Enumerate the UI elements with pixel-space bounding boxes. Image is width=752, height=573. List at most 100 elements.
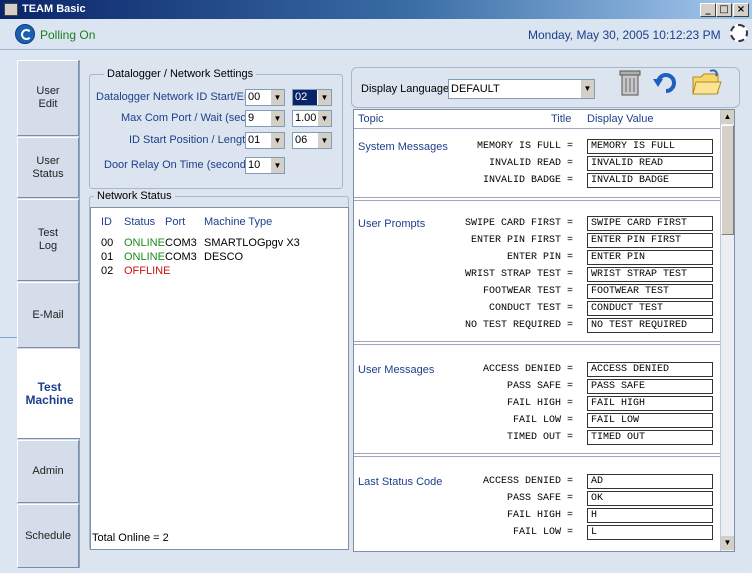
msg-value-field[interactable]: SWIPE CARD FIRST (587, 216, 713, 231)
msg-value-field[interactable]: CONDUCT TEST (587, 301, 713, 316)
chevron-down-icon[interactable]: ▼ (270, 158, 284, 173)
network-id-end-select[interactable]: 02 ▼ (292, 89, 332, 106)
wait-seconds-value: 1.00 (295, 112, 317, 124)
row1-status: ONLINE (124, 251, 165, 263)
msg-value-field[interactable]: MEMORY IS FULL (587, 139, 713, 154)
msg-value-field[interactable]: ENTER PIN (587, 250, 713, 265)
col-header-title: Title (551, 113, 572, 125)
msg-title: INVALID READ = (488, 158, 573, 169)
chevron-down-icon[interactable]: ▼ (317, 111, 331, 126)
msg-title: MEMORY IS FULL = (476, 141, 573, 152)
door-relay-select[interactable]: 10 ▼ (245, 157, 285, 174)
display-language-select[interactable]: DEFAULT ▼ (448, 79, 595, 99)
section-divider (354, 456, 720, 457)
msg-value-field[interactable]: H (587, 508, 713, 523)
msg-value-field[interactable]: ACCESS DENIED (587, 362, 713, 377)
nav-schedule[interactable]: Schedule (17, 504, 79, 568)
msg-title: TIMED OUT = (506, 432, 573, 443)
row0-status: ONLINE (124, 237, 165, 249)
nav-test-log[interactable]: Test Log (17, 199, 79, 281)
window-title: TEAM Basic (22, 3, 86, 15)
network-status-title: Network Status (94, 190, 175, 202)
chevron-down-icon[interactable]: ▼ (317, 90, 331, 105)
row1-type: DESCO (204, 251, 244, 263)
total-online: Total Online = 2 (92, 532, 169, 544)
chevron-down-icon[interactable]: ▼ (270, 111, 284, 126)
display-language-value: DEFAULT (451, 83, 500, 95)
msg-title: WRIST STRAP TEST = (464, 269, 573, 280)
msg-value-field[interactable]: FAIL HIGH (587, 396, 713, 411)
msg-title: ENTER PIN = (506, 252, 573, 263)
row2-status: OFFLINE (124, 265, 171, 277)
network-status-list[interactable]: ID Status Port Machine Type 00 ONLINE CO… (90, 207, 349, 550)
col-header-topic: Topic (358, 113, 384, 125)
msg-value-field[interactable]: INVALID READ (587, 156, 713, 171)
section-divider (354, 200, 720, 201)
msg-value-field[interactable]: TIMED OUT (587, 430, 713, 445)
network-id-label: Datalogger Network ID Start/End (96, 91, 257, 103)
scrollbar-thumb[interactable] (721, 125, 734, 235)
msg-value-field[interactable]: ENTER PIN FIRST (587, 233, 713, 248)
max-com-port-select[interactable]: 9 ▼ (245, 110, 285, 127)
network-id-end-value: 02 (295, 91, 308, 103)
max-com-port-value: 9 (248, 112, 255, 124)
wait-seconds-select[interactable]: 1.00 ▼ (292, 110, 332, 127)
id-start-position-select[interactable]: 01 ▼ (245, 132, 285, 149)
msg-value-field[interactable]: INVALID BADGE (587, 173, 713, 188)
app-icon (4, 3, 18, 16)
msg-value-field[interactable]: NO TEST REQUIRED (587, 318, 713, 333)
vertical-scrollbar[interactable]: ▲ ▼ (720, 110, 734, 551)
display-messages-panel[interactable]: Topic Title Display Value System Message… (353, 109, 735, 552)
nav-test-machine[interactable]: Test Machine (17, 349, 81, 439)
close-button[interactable]: × (733, 3, 749, 17)
trash-icon[interactable] (618, 69, 642, 97)
datalogger-settings-title: Datalogger / Network Settings (104, 68, 257, 80)
msg-value-field[interactable]: FOOTWEAR TEST (587, 284, 713, 299)
msg-title: FAIL HIGH = (506, 398, 573, 409)
nav-user-edit[interactable]: User Edit (17, 60, 79, 136)
msg-title: FOOTWEAR TEST = (482, 286, 573, 297)
chevron-down-icon[interactable]: ▼ (270, 133, 284, 148)
network-id-start-select[interactable]: 00 ▼ (245, 89, 285, 106)
nav-email[interactable]: E-Mail (17, 282, 79, 348)
main-panel: Datalogger / Network Settings Datalogger… (80, 57, 747, 570)
nav-user-status[interactable]: User Status (17, 137, 79, 198)
undo-icon[interactable] (652, 71, 678, 95)
scroll-up-icon[interactable]: ▲ (721, 110, 734, 124)
row0-id: 00 (101, 237, 114, 249)
nav-admin[interactable]: Admin (17, 440, 79, 503)
msg-value-field[interactable]: AD (587, 474, 713, 489)
section-divider (354, 453, 720, 454)
msg-title: NO TEST REQUIRED = (464, 320, 573, 331)
col-header-port: Port (165, 216, 186, 228)
chevron-down-icon[interactable]: ▼ (580, 80, 594, 98)
sidebar: User Edit User Status Test Log E-Mail Te… (17, 60, 81, 568)
row0-type: SMARTLOGpgv X3 (204, 237, 300, 249)
msg-title: ACCESS DENIED = (482, 364, 573, 375)
minimize-button[interactable]: _ (700, 3, 716, 17)
col-header-machine-type: Machine Type (204, 216, 273, 228)
section-divider (354, 344, 720, 345)
msg-value-field[interactable]: PASS SAFE (587, 379, 713, 394)
msg-value-field[interactable]: L (587, 525, 713, 540)
polling-icon[interactable] (15, 24, 35, 44)
chevron-down-icon[interactable]: ▼ (270, 90, 284, 105)
sidebar-guide-line (0, 337, 17, 338)
maximize-button[interactable]: □ (716, 3, 732, 17)
id-length-select[interactable]: 06 ▼ (292, 132, 332, 149)
chevron-down-icon[interactable]: ▼ (317, 133, 331, 148)
msg-value-field[interactable]: WRIST STRAP TEST (587, 267, 713, 282)
scroll-down-icon[interactable]: ▼ (721, 536, 734, 550)
id-length-value: 06 (295, 134, 308, 146)
date-time: Monday, May 30, 2005 10:12:23 PM (528, 28, 721, 42)
msg-title: ACCESS DENIED = (482, 476, 573, 487)
msg-title: CONDUCT TEST = (488, 303, 573, 314)
msg-value-field[interactable]: OK (587, 491, 713, 506)
msg-value-field[interactable]: FAIL LOW (587, 413, 713, 428)
id-start-position-value: 01 (248, 134, 261, 146)
msg-title: PASS SAFE = (506, 493, 573, 504)
col-header-id: ID (101, 216, 112, 228)
max-com-port-label: Max Com Port / Wait (sec) (121, 112, 250, 124)
polling-status: Polling On (40, 28, 96, 42)
open-folder-icon[interactable] (690, 69, 722, 97)
